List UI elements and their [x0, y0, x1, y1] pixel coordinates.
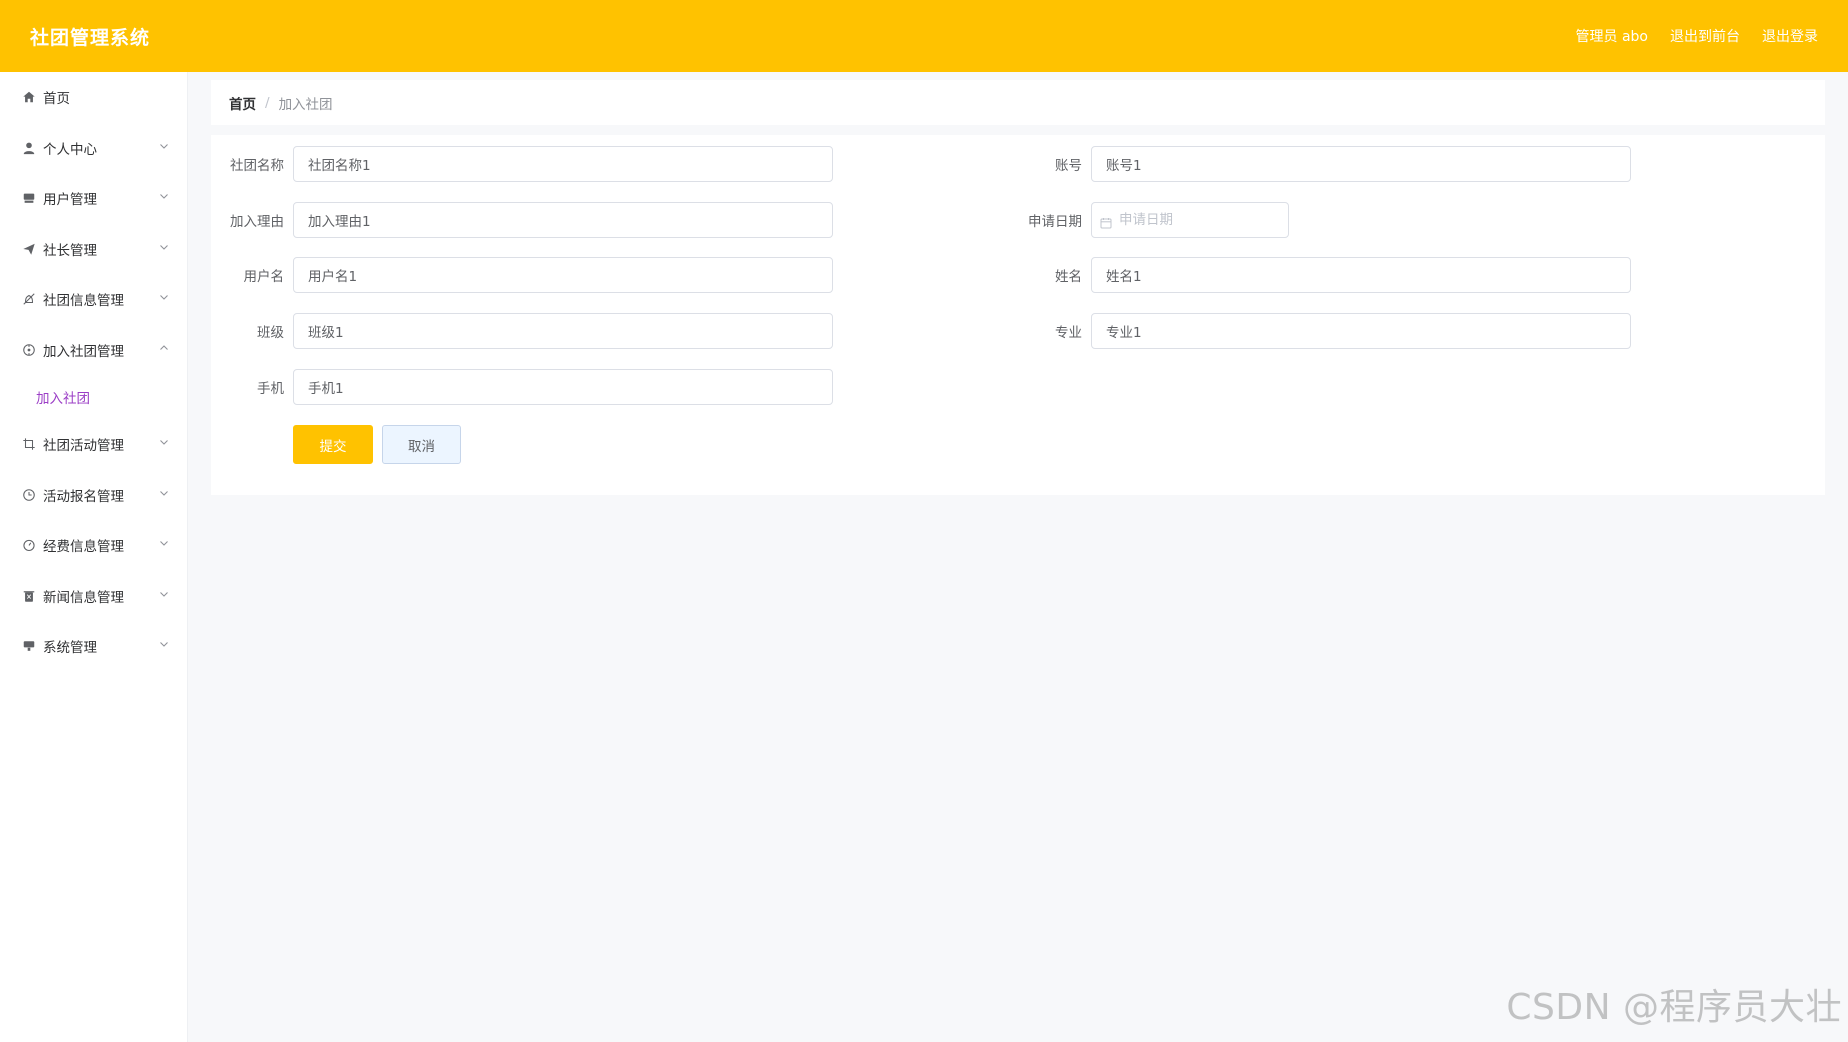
- sidebar-item-funds-info-management[interactable]: 经费信息管理: [0, 520, 187, 571]
- apply-date-field: 申请日期: [1009, 202, 1289, 238]
- top-header: 社团管理系统 管理员 abo 退出到前台 退出登录: [0, 0, 1848, 72]
- breadcrumb-separator: /: [265, 94, 270, 111]
- sidebar-item-label: 社团信息管理: [43, 293, 124, 310]
- sidebar-subitem-label: 加入社团: [36, 391, 90, 407]
- real-name-field: 姓名: [1009, 257, 1631, 293]
- watermark: CSDN @程序员大壮: [1506, 987, 1842, 1028]
- account-input[interactable]: [1091, 146, 1631, 182]
- chevron-up-icon: [159, 343, 169, 353]
- phone-label: 手机: [257, 381, 284, 397]
- stopwatch-icon: [22, 538, 36, 552]
- clock-icon: [22, 488, 36, 502]
- sidebar-item-user-management[interactable]: 用户管理: [0, 173, 187, 224]
- cancel-button[interactable]: 取消: [382, 425, 461, 464]
- sidebar-item-label: 系统管理: [43, 640, 97, 657]
- sidebar-item-label: 用户管理: [43, 192, 97, 209]
- class-label: 班级: [257, 325, 284, 341]
- logout-link[interactable]: 退出登录: [1762, 26, 1818, 46]
- reason-input[interactable]: [293, 202, 833, 238]
- sidebar-item-system-management[interactable]: 系统管理: [0, 621, 187, 672]
- sidebar-item-label: 活动报名管理: [43, 488, 124, 505]
- sidebar-menu: 首页 个人中心 用户管理 社长管理 社团信息管理 加入社团管理 加入社团 社团活…: [0, 72, 188, 1042]
- sidebar-item-label: 社长管理: [43, 242, 97, 259]
- chevron-down-icon: [159, 242, 169, 252]
- chevron-down-icon: [159, 141, 169, 151]
- sidebar-item-label: 社团活动管理: [43, 438, 124, 455]
- class-field: 班级: [211, 313, 833, 349]
- club-name-field: 社团名称: [211, 146, 833, 182]
- exit-to-front-link[interactable]: 退出到前台: [1670, 26, 1740, 46]
- folder-icon: [22, 191, 36, 205]
- date-picker: [1091, 202, 1289, 238]
- real-name-label: 姓名: [1055, 269, 1082, 285]
- user-icon: [22, 141, 36, 155]
- delete-icon: [22, 589, 36, 603]
- sidebar-item-label: 个人中心: [43, 141, 97, 158]
- sidebar-item-label: 首页: [43, 91, 70, 108]
- club-name-label: 社团名称: [230, 158, 284, 174]
- real-name-input[interactable]: [1091, 257, 1631, 293]
- crop-icon: [22, 437, 36, 451]
- calendar-icon: [1100, 214, 1112, 229]
- breadcrumb-current: 加入社团: [278, 96, 333, 113]
- current-user-label: 管理员 abo: [1575, 29, 1648, 45]
- chevron-down-icon: [159, 292, 169, 302]
- major-field: 专业: [1009, 313, 1631, 349]
- sidebar-item-label: 经费信息管理: [43, 539, 124, 556]
- send-icon: [22, 242, 36, 256]
- username-field: 用户名: [211, 257, 833, 293]
- breadcrumb-home[interactable]: 首页: [229, 93, 256, 113]
- sidebar-item-label: 加入社团管理: [43, 343, 124, 360]
- sidebar-item-personal-center[interactable]: 个人中心: [0, 123, 187, 174]
- bell-off-icon: [22, 292, 36, 306]
- sidebar-item-activity-signup-management[interactable]: 活动报名管理: [0, 470, 187, 521]
- app-title: 社团管理系统: [30, 26, 151, 49]
- club-name-input[interactable]: [293, 146, 833, 182]
- chevron-down-icon: [159, 488, 169, 498]
- chevron-down-icon: [159, 538, 169, 548]
- class-input[interactable]: [293, 313, 833, 349]
- phone-input[interactable]: [293, 369, 833, 405]
- major-label: 专业: [1055, 325, 1082, 341]
- account-label: 账号: [1055, 158, 1082, 174]
- compass-icon: [22, 343, 36, 357]
- apply-date-label: 申请日期: [1028, 214, 1082, 230]
- major-input[interactable]: [1091, 313, 1631, 349]
- breadcrumb: 首页 / 加入社团: [211, 80, 1825, 125]
- sidebar-item-label: 新闻信息管理: [43, 589, 124, 606]
- chevron-down-icon: [159, 191, 169, 201]
- submit-button[interactable]: 提交: [293, 425, 373, 464]
- sidebar-subitem-join-club[interactable]: 加入社团: [0, 375, 187, 419]
- sidebar-item-home[interactable]: 首页: [0, 72, 187, 123]
- reason-label: 加入理由: [230, 214, 284, 230]
- sidebar-item-club-activity-management[interactable]: 社团活动管理: [0, 419, 187, 470]
- chevron-down-icon: [159, 589, 169, 599]
- sidebar-item-club-info-management[interactable]: 社团信息管理: [0, 274, 187, 325]
- join-club-form: 社团名称 加入理由 用户名 班级 手机 账号 申请日期 姓名 专业: [211, 135, 1825, 495]
- sidebar-item-join-club-management[interactable]: 加入社团管理: [0, 325, 187, 376]
- username-label: 用户名: [243, 269, 285, 285]
- home-icon: [22, 90, 36, 104]
- sidebar-item-president-management[interactable]: 社长管理: [0, 224, 187, 275]
- monitor-icon: [22, 639, 36, 653]
- account-field: 账号: [1009, 146, 1631, 182]
- phone-field: 手机: [211, 369, 833, 405]
- sidebar-item-news-info-management[interactable]: 新闻信息管理: [0, 571, 187, 622]
- chevron-down-icon: [159, 437, 169, 447]
- username-input[interactable]: [293, 257, 833, 293]
- reason-field: 加入理由: [211, 202, 833, 238]
- header-actions: 管理员 abo 退出到前台 退出登录: [1576, 26, 1818, 46]
- apply-date-input[interactable]: [1091, 202, 1289, 238]
- chevron-down-icon: [159, 639, 169, 649]
